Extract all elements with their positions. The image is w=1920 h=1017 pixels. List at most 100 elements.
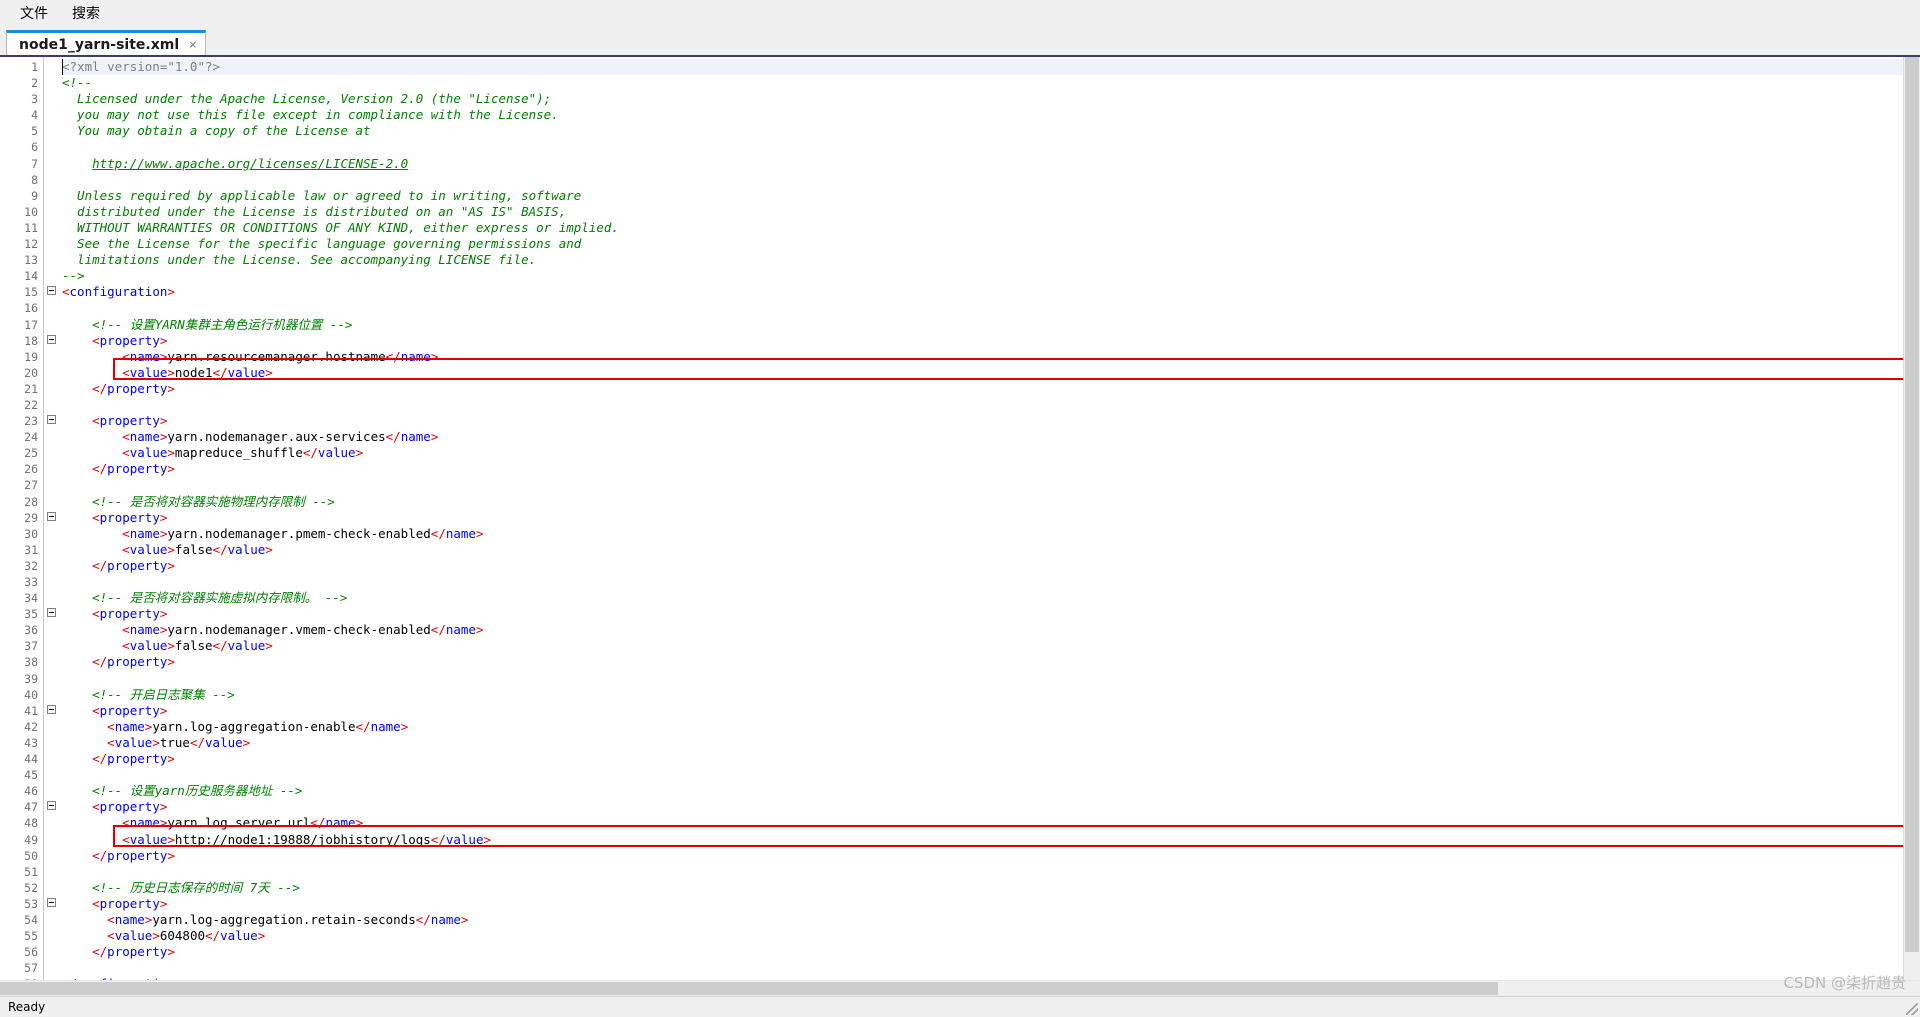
fold-toggle-icon[interactable]	[44, 896, 58, 912]
resize-grip-icon[interactable]	[1906, 1003, 1918, 1015]
code-token-tg: configuration	[69, 284, 168, 300]
horizontal-scrollbar[interactable]	[0, 981, 1920, 996]
code-line[interactable]: you may not use this file except in comp…	[62, 107, 1903, 123]
code-line[interactable]: <property>	[62, 896, 1903, 912]
code-line[interactable]: <!-- 开启日志聚集 -->	[62, 687, 1903, 703]
code-line[interactable]: <value>mapreduce_shuffle</value>	[62, 445, 1903, 461]
code-token-br: </	[92, 847, 108, 863]
vertical-scrollbar-thumb[interactable]	[1905, 57, 1919, 952]
code-line[interactable]: <name>yarn.nodemanager.pmem-check-enable…	[62, 526, 1903, 542]
fold-toggle-icon[interactable]	[44, 606, 58, 622]
code-line[interactable]: <name>yarn.nodemanager.aux-services</nam…	[62, 429, 1903, 445]
code-line[interactable]: <value>604800</value>	[62, 928, 1903, 944]
code-line[interactable]: <property>	[62, 510, 1903, 526]
code-token-tg: property	[107, 557, 168, 573]
fold-toggle-icon[interactable]	[44, 413, 58, 429]
tab-node1-yarn-site-xml[interactable]: node1_yarn-site.xml ×	[6, 30, 206, 56]
code-fold-column[interactable]	[44, 57, 58, 980]
code-line[interactable]: Unless required by applicable law or agr…	[62, 188, 1903, 204]
line-number: 18	[24, 333, 38, 348]
code-line[interactable]: <value>http://node1:19888/jobhistory/log…	[62, 832, 1903, 848]
code-line[interactable]	[62, 574, 1903, 590]
code-line[interactable]: <name>yarn.nodemanager.vmem-check-enable…	[62, 622, 1903, 638]
code-line[interactable]: </property>	[62, 848, 1903, 864]
code-line[interactable]: <!-- 历史日志保存的时间 7天 -->	[62, 880, 1903, 896]
code-line[interactable]: <value>node1</value>	[62, 365, 1903, 381]
code-token-tx: yarn.log-aggregation.retain-seconds	[152, 911, 416, 927]
code-line[interactable]	[62, 671, 1903, 687]
code-content[interactable]: <?xml version="1.0"?> <!-- Licensed under…	[58, 57, 1903, 980]
fold-toggle-icon[interactable]	[44, 333, 58, 349]
code-line[interactable]: <property>	[62, 606, 1903, 622]
code-line[interactable]: -->	[62, 268, 1903, 284]
code-token-br: >	[355, 445, 364, 461]
code-line[interactable]: <name>yarn.log.server.url</name>	[62, 815, 1903, 831]
code-line[interactable]: <name>yarn.log-aggregation.retain-second…	[62, 912, 1903, 928]
code-line[interactable]: <!-- 是否将对容器实施虚拟内存限制。 -->	[62, 590, 1903, 606]
code-line[interactable]: <property>	[62, 333, 1903, 349]
code-line[interactable]: <property>	[62, 799, 1903, 815]
code-line[interactable]	[62, 300, 1903, 316]
code-line[interactable]: limitations under the License. See accom…	[62, 252, 1903, 268]
code-line[interactable]: </property>	[62, 558, 1903, 574]
code-line[interactable]	[62, 477, 1903, 493]
code-line[interactable]	[62, 767, 1903, 783]
code-line[interactable]: <value>true</value>	[62, 735, 1903, 751]
close-icon[interactable]: ×	[189, 38, 197, 51]
code-editor[interactable]: 1 2 3 4 5 6 7 8 9 10 11 12 13 14 15 16 17 18 19 20 21 22 23 24 2…	[0, 57, 1903, 980]
horizontal-scrollbar-thumb[interactable]	[0, 982, 1498, 995]
code-line[interactable]	[62, 172, 1903, 188]
code-line[interactable]: WITHOUT WARRANTIES OR CONDITIONS OF ANY …	[62, 220, 1903, 236]
code-token-tx	[62, 349, 122, 364]
fold-toggle-icon[interactable]	[44, 703, 58, 719]
code-line[interactable]: <value>false</value>	[62, 542, 1903, 558]
code-line[interactable]	[62, 139, 1903, 155]
code-line[interactable]: </configuration>	[62, 976, 1903, 980]
vertical-scrollbar[interactable]	[1903, 57, 1920, 980]
code-line[interactable]: </property>	[62, 654, 1903, 670]
code-token-tg: value	[129, 541, 168, 557]
code-line[interactable]: <!--	[62, 75, 1903, 91]
code-line[interactable]: <configuration>	[62, 284, 1903, 300]
line-number: 50	[24, 848, 38, 863]
code-line[interactable]: Licensed under the Apache License, Versi…	[62, 91, 1903, 107]
code-line[interactable]	[62, 864, 1903, 880]
code-line[interactable]: <property>	[62, 413, 1903, 429]
fold-toggle-icon[interactable]	[44, 510, 58, 526]
code-token-br: </	[92, 654, 108, 670]
menu-search[interactable]: 搜索	[60, 0, 112, 26]
code-line[interactable]: <name>yarn.log-aggregation-enable</name>	[62, 719, 1903, 735]
code-line[interactable]	[62, 960, 1903, 976]
code-line[interactable]: <name>yarn.resourcemanager.hostname</nam…	[62, 349, 1903, 365]
code-token-tg: name	[129, 622, 160, 638]
code-line[interactable]: </property>	[62, 944, 1903, 960]
line-number: 56	[24, 945, 38, 960]
code-line[interactable]: <?xml version="1.0"?>	[62, 59, 1903, 76]
code-line[interactable]: </property>	[62, 461, 1903, 477]
code-line[interactable]: <property>	[62, 703, 1903, 719]
code-token-lnk[interactable]: http://www.apache.org/licenses/LICENSE-2…	[92, 156, 408, 171]
code-line[interactable]: See the License for the specific languag…	[62, 236, 1903, 252]
menu-file[interactable]: 文件	[8, 0, 60, 26]
code-line[interactable]: </property>	[62, 381, 1903, 397]
code-line[interactable]: <!-- 设置YARN集群主角色运行机器位置 -->	[62, 317, 1903, 333]
fold-toggle-icon[interactable]	[44, 284, 58, 300]
code-line[interactable]: You may obtain a copy of the License at	[62, 123, 1903, 139]
code-line[interactable]	[62, 397, 1903, 413]
code-line[interactable]: <!-- 是否将对容器实施物理内存限制 -->	[62, 494, 1903, 510]
code-token-br: <	[107, 911, 115, 927]
code-line[interactable]: <!-- 设置yarn历史服务器地址 -->	[62, 783, 1903, 799]
code-line[interactable]: </property>	[62, 751, 1903, 767]
code-line[interactable]: distributed under the License is distrib…	[62, 204, 1903, 220]
fold-toggle-icon[interactable]	[44, 799, 58, 815]
code-line[interactable]: http://www.apache.org/licenses/LICENSE-2…	[62, 156, 1903, 172]
code-token-cm: WITHOUT WARRANTIES OR CONDITIONS OF ANY …	[62, 219, 619, 235]
code-token-br: >	[159, 332, 168, 348]
code-line[interactable]: <value>false</value>	[62, 638, 1903, 654]
